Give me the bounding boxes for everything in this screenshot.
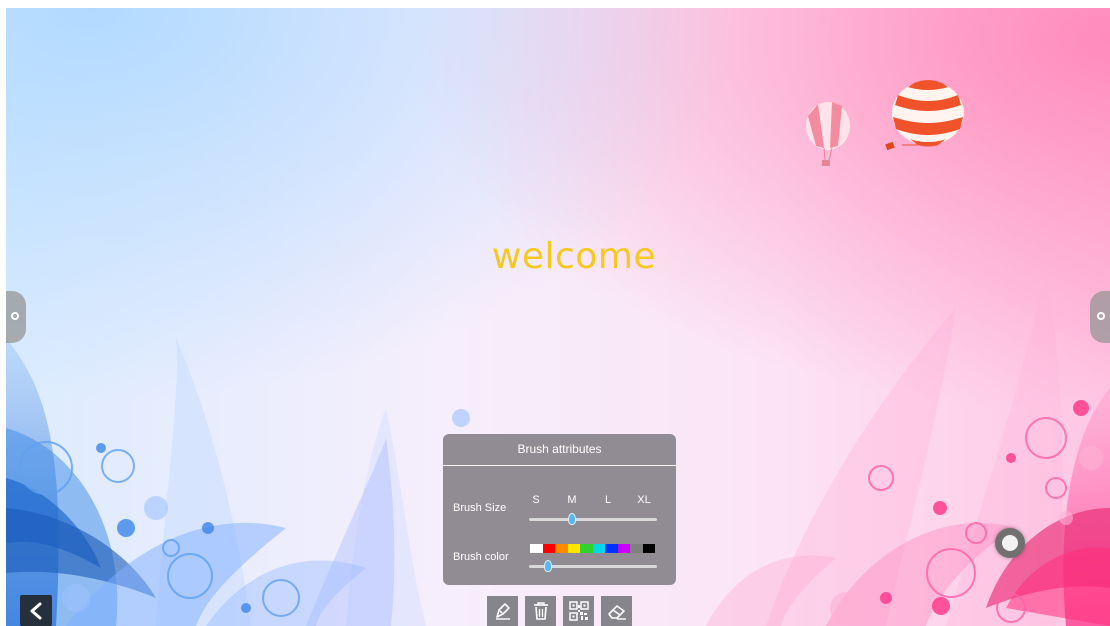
color-swatch[interactable] xyxy=(530,544,543,553)
eraser-tool-button[interactable] xyxy=(601,596,632,626)
size-option-xl[interactable]: XL xyxy=(633,494,655,506)
color-palette[interactable] xyxy=(530,544,655,553)
color-swatch[interactable] xyxy=(617,544,630,553)
pen-tool-button[interactable] xyxy=(487,596,518,626)
delete-tool-button[interactable] xyxy=(525,596,556,626)
color-swatch[interactable] xyxy=(592,544,605,553)
floating-button-core xyxy=(1002,535,1018,551)
bottom-toolbar xyxy=(487,596,632,626)
size-option-m[interactable]: M xyxy=(561,494,583,506)
size-option-l[interactable]: L xyxy=(597,494,619,506)
brush-attributes-panel: Brush attributes Brush Size S M L XL Bru… xyxy=(443,434,676,585)
right-side-panel-toggle[interactable] xyxy=(1090,291,1110,343)
circle-icon xyxy=(1097,312,1105,320)
brush-size-thumb[interactable] xyxy=(568,513,576,525)
welcome-text: welcome xyxy=(491,236,657,277)
eraser-icon xyxy=(607,605,626,620)
panel-title: Brush attributes xyxy=(443,434,676,466)
brush-color-thumb[interactable] xyxy=(544,560,552,572)
whiteboard-screen[interactable]: welcome Brush attributes Brush Size S M … xyxy=(6,8,1110,626)
balloon-small xyxy=(806,102,850,166)
chevron-left-icon xyxy=(30,602,42,619)
qr-code-icon xyxy=(568,601,589,621)
brush-size-label: Brush Size xyxy=(453,502,507,514)
brush-size-slider[interactable] xyxy=(529,518,657,521)
left-side-panel-toggle[interactable] xyxy=(6,291,26,343)
size-option-s[interactable]: S xyxy=(525,494,547,506)
color-swatch[interactable] xyxy=(555,544,568,553)
back-button[interactable] xyxy=(20,595,52,626)
brush-color-label: Brush color xyxy=(453,551,509,563)
qr-code-tool-button[interactable] xyxy=(563,596,594,626)
trash-icon xyxy=(533,602,548,620)
color-swatch[interactable] xyxy=(642,544,655,553)
color-swatch[interactable] xyxy=(567,544,580,553)
balloon-large xyxy=(885,80,964,151)
circle-icon xyxy=(11,312,19,320)
pen-icon xyxy=(495,603,510,620)
color-swatch[interactable] xyxy=(630,544,643,553)
color-swatch[interactable] xyxy=(605,544,618,553)
floating-menu-button[interactable] xyxy=(995,528,1025,558)
color-swatch[interactable] xyxy=(580,544,593,553)
color-swatch[interactable] xyxy=(542,544,555,553)
